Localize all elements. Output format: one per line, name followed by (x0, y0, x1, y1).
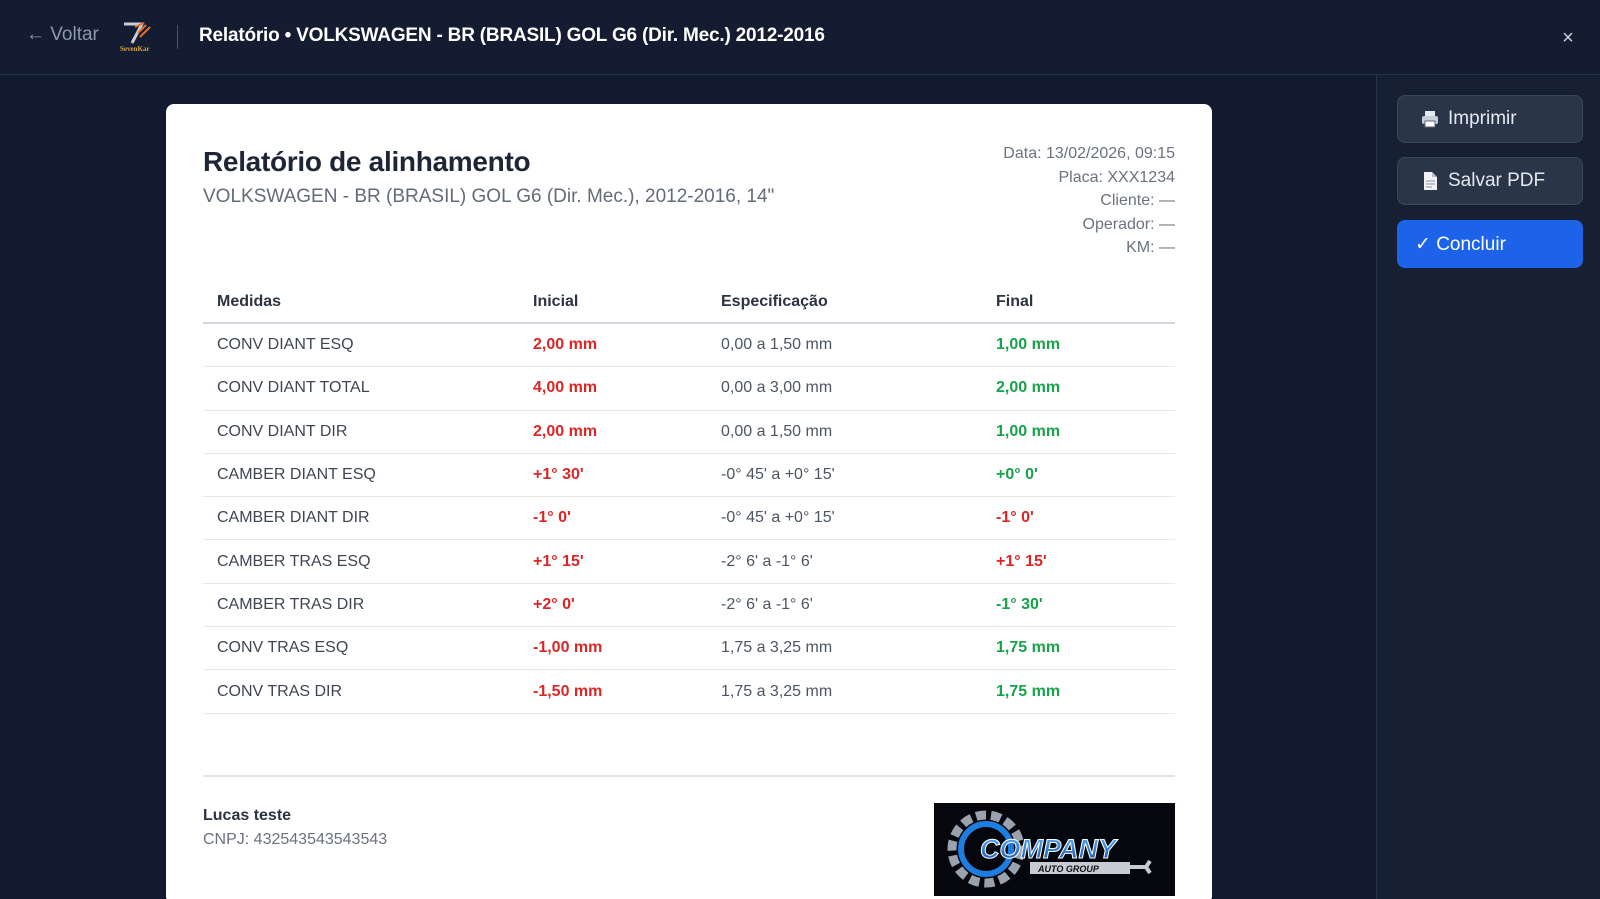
brand-logo: SevenKar (118, 21, 158, 53)
row-spec: -2° 6' a -1° 6' (721, 552, 813, 570)
row-spec: 1,75 a 3,25 mm (721, 639, 833, 657)
report-subtitle: VOLKSWAGEN - BR (BRASIL) GOL G6 (Dir. Me… (203, 186, 775, 207)
header-final: Final (996, 292, 1034, 310)
table-header: Medidas Inicial Especificação Final (203, 281, 1175, 324)
table-body: CONV DIANT ESQ 2,00 mm 0,00 a 1,50 mm 1,00 … (203, 324, 1175, 714)
row-measure: CONV DIANT TOTAL (217, 379, 370, 397)
row-measure: CONV DIANT DIR (217, 422, 348, 440)
save-pdf-button[interactable]: Salvar PDF (1397, 157, 1583, 205)
footer-divider (203, 775, 1175, 777)
row-measure: CAMBER TRAS ESQ (217, 552, 371, 570)
print-label: Imprimir (1448, 108, 1517, 129)
meta-km: KM: — (1126, 239, 1175, 256)
header-divider (177, 25, 178, 49)
measurements-table: Medidas Inicial Especificação Final CONV… (203, 281, 1175, 714)
table-row: CAMBER TRAS DIR +2° 0' -2° 6' a -1° 6' -1° … (203, 584, 1175, 628)
row-initial: -1,50 mm (533, 682, 603, 700)
row-spec: 0,00 a 3,00 mm (721, 379, 833, 397)
table-row: CONV DIANT TOTAL 4,00 mm 0,00 a 3,00 mm 2,0… (203, 367, 1175, 411)
pdf-label: Salvar PDF (1448, 170, 1546, 191)
action-sidebar: Imprimir Salvar PDF ✓ Concluir (1376, 75, 1600, 899)
top-bar: ← Voltar SevenKar Relatório • VOLKSWAGEN… (0, 0, 1600, 75)
brand-logo-text: SevenKar (120, 45, 150, 53)
table-row: CAMBER DIANT ESQ +1° 30' -0° 45' a +0° 15'… (203, 454, 1175, 498)
finish-label: ✓ Concluir (1415, 233, 1506, 255)
row-spec: -0° 45' a +0° 15' (721, 466, 835, 484)
table-row: CONV DIANT DIR 2,00 mm 0,00 a 1,50 mm 1,00 … (203, 411, 1175, 454)
close-icon[interactable]: × (1558, 28, 1578, 48)
row-final: 1,00 mm (996, 422, 1061, 440)
row-initial: 4,00 mm (533, 379, 598, 397)
row-final: 2,00 mm (996, 379, 1061, 397)
table-row: CONV TRAS ESQ -1,00 mm 1,75 a 3,25 mm 1,75 … (203, 627, 1175, 671)
page-title: Relatório • VOLKSWAGEN - BR (BRASIL) GOL… (199, 25, 825, 46)
row-measure: CAMBER DIANT DIR (217, 509, 370, 527)
row-final: +1° 15' (996, 552, 1047, 570)
meta-operator: Operador: — (1082, 215, 1175, 233)
company-logo: COMPANY AUTO GROUP (934, 803, 1175, 896)
header-spec: Especificação (721, 292, 828, 310)
row-spec: -0° 45' a +0° 15' (721, 509, 835, 527)
table-row: CONV TRAS DIR -1,50 mm 1,75 a 3,25 mm 1,75 … (203, 670, 1175, 714)
table-row: CONV DIANT ESQ 2,00 mm 0,00 a 1,50 mm 1,00 … (203, 324, 1175, 368)
wrench-icon (1130, 859, 1152, 875)
print-button[interactable]: Imprimir (1397, 95, 1583, 143)
printer-icon (1422, 111, 1438, 128)
report-card: Relatório de alinhamento VOLKSWAGEN - BR… (166, 104, 1212, 899)
row-final: +0° 0' (996, 466, 1038, 484)
row-initial: 2,00 mm (533, 422, 598, 440)
table-row: CAMBER DIANT DIR -1° 0' -0° 45' a +0° 15' -… (203, 497, 1175, 541)
header-measures: Medidas (217, 292, 282, 310)
row-final: -1° 0' (996, 509, 1034, 527)
row-measure: CAMBER TRAS DIR (217, 595, 365, 613)
row-initial: +1° 30' (533, 466, 584, 484)
company-logo-subtext: AUTO GROUP (1037, 864, 1100, 874)
header-initial: Inicial (533, 292, 579, 310)
row-final: -1° 30' (996, 595, 1043, 613)
row-measure: CONV DIANT ESQ (217, 336, 354, 354)
row-spec: 0,00 a 1,50 mm (721, 422, 833, 440)
row-spec: 0,00 a 1,50 mm (721, 336, 833, 354)
row-initial: -1,00 mm (533, 639, 603, 657)
row-measure: CAMBER DIANT ESQ (217, 466, 376, 484)
report-title: Relatório de alinhamento (203, 146, 531, 177)
back-button[interactable]: ← Voltar (26, 24, 99, 46)
meta-date: Data: 13/02/2026, 09:15 (1003, 145, 1175, 162)
row-initial: -1° 0' (533, 509, 571, 527)
row-final: 1,75 mm (996, 682, 1061, 700)
row-measure: CONV TRAS DIR (217, 682, 343, 700)
meta-plate: Placa: XXX1234 (1058, 168, 1175, 186)
company-logo-text: COMPANY (980, 834, 1119, 864)
row-final: 1,00 mm (996, 336, 1061, 354)
row-final: 1,75 mm (996, 639, 1061, 657)
meta-client: Cliente: — (1100, 192, 1175, 209)
report-meta: Data: 13/02/2026, 09:15 Placa: XXX1234 C… (1003, 142, 1175, 260)
row-initial: +2° 0' (533, 595, 575, 613)
company-cnpj: CNPJ: 432543543543543 (203, 831, 388, 848)
company-name: Lucas teste (203, 807, 292, 824)
row-spec: -2° 6' a -1° 6' (721, 595, 813, 613)
table-row: CAMBER TRAS ESQ +1° 15' -2° 6' a -1° 6' +1°… (203, 540, 1175, 584)
row-spec: 1,75 a 3,25 mm (721, 682, 833, 700)
row-initial: 2,00 mm (533, 336, 598, 354)
row-initial: +1° 15' (533, 552, 584, 570)
finish-button[interactable]: ✓ Concluir (1397, 220, 1583, 268)
row-measure: CONV TRAS ESQ (217, 639, 349, 657)
document-icon (1424, 172, 1437, 190)
